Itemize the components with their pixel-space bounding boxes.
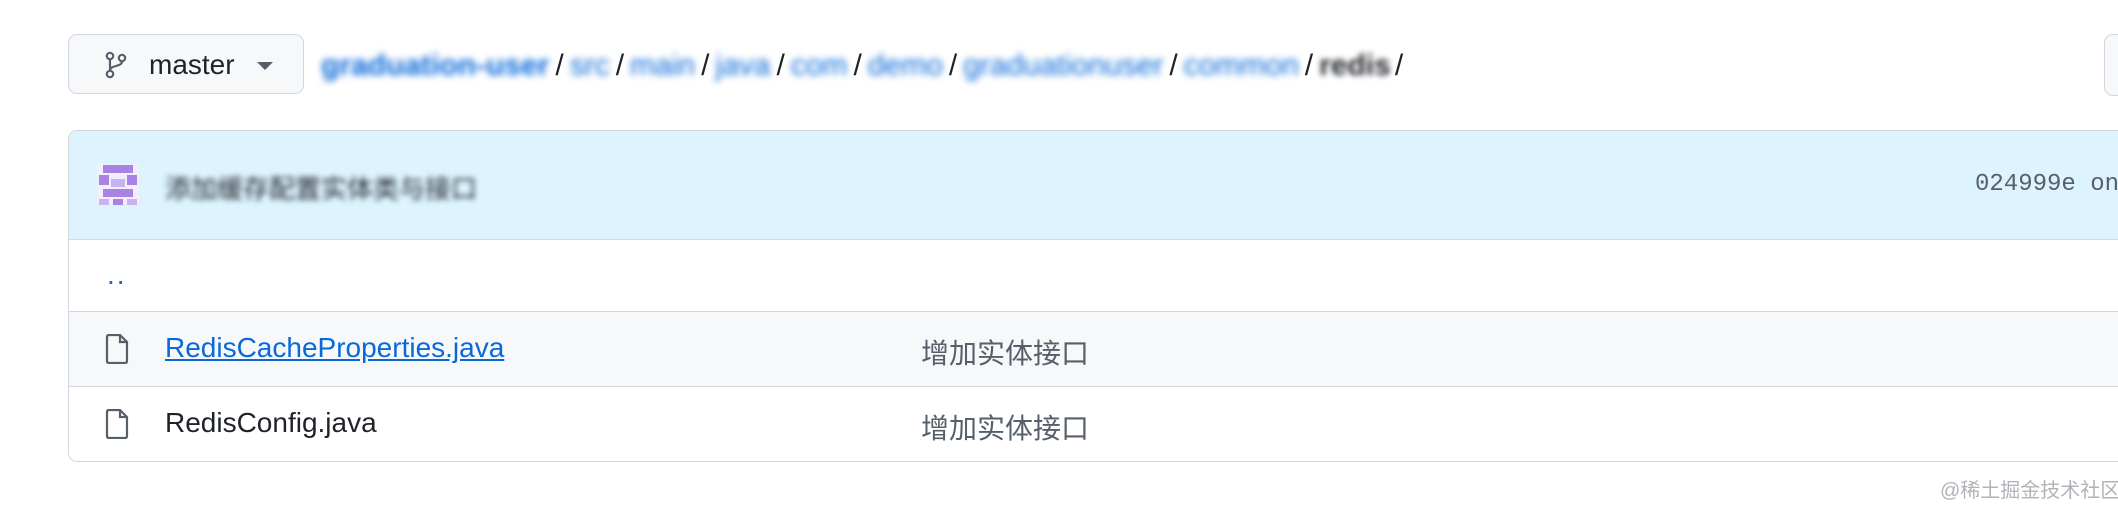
file-row[interactable]: RedisCacheProperties.java 增加实体接口 xyxy=(69,311,2118,386)
breadcrumb-separator: / xyxy=(1169,49,1178,82)
commit-hash[interactable]: 024999e on xyxy=(1975,171,2118,198)
parent-directory-row[interactable]: .. xyxy=(69,239,2118,311)
commit-message[interactable]: 添加缓存配置实体类与接口 xyxy=(165,169,477,206)
branch-selector-button[interactable]: master xyxy=(68,34,304,94)
breadcrumb-link[interactable]: graduationuser xyxy=(963,49,1163,83)
breadcrumb-separator: / xyxy=(701,49,710,82)
file-commit-message[interactable]: 增加实体接口 xyxy=(921,407,1089,447)
breadcrumb-separator: / xyxy=(853,49,862,82)
toolbar-button[interactable] xyxy=(2104,34,2118,96)
latest-commit-bar: 添加缓存配置实体类与接口 024999e on xyxy=(69,131,2118,240)
file-browser: 添加缓存配置实体类与接口 024999e on .. RedisCachePro… xyxy=(68,130,2118,462)
watermark: @稀土掘金技术社区 xyxy=(1940,480,2118,502)
breadcrumb: graduation-user / src / main / java / co… xyxy=(321,44,1403,88)
breadcrumb-link[interactable]: main xyxy=(630,49,695,83)
repo-toolbar: master graduation-user / src / main / ja… xyxy=(68,34,2118,96)
breadcrumb-separator: / xyxy=(615,49,625,82)
breadcrumb-separator: / xyxy=(1394,49,1404,82)
git-branch-icon xyxy=(105,51,127,79)
breadcrumb-link[interactable]: demo xyxy=(868,49,943,83)
file-icon xyxy=(105,409,129,439)
branch-name: master xyxy=(149,49,235,80)
breadcrumb-separator: / xyxy=(555,49,564,82)
parent-directory-link[interactable]: .. xyxy=(107,259,127,291)
file-commit-message[interactable]: 增加实体接口 xyxy=(921,332,1089,372)
breadcrumb-link[interactable]: com xyxy=(791,49,848,83)
breadcrumb-link[interactable]: common xyxy=(1184,49,1299,83)
file-name-link[interactable]: RedisCacheProperties.java xyxy=(165,332,504,364)
breadcrumb-separator: / xyxy=(948,49,958,82)
breadcrumb-link[interactable]: java xyxy=(715,49,770,83)
breadcrumb-separator: / xyxy=(1304,49,1314,82)
breadcrumb-link[interactable]: src xyxy=(570,49,610,83)
breadcrumb-current-folder: redis xyxy=(1319,49,1391,82)
file-name-link[interactable]: RedisConfig.java xyxy=(165,407,377,439)
breadcrumb-separator: / xyxy=(776,49,785,82)
file-row[interactable]: RedisConfig.java 增加实体接口 xyxy=(69,386,2118,461)
file-icon xyxy=(105,334,129,364)
avatar[interactable] xyxy=(97,163,139,205)
chevron-down-icon xyxy=(257,62,273,70)
breadcrumb-repo-link[interactable]: graduation-user xyxy=(321,49,549,83)
